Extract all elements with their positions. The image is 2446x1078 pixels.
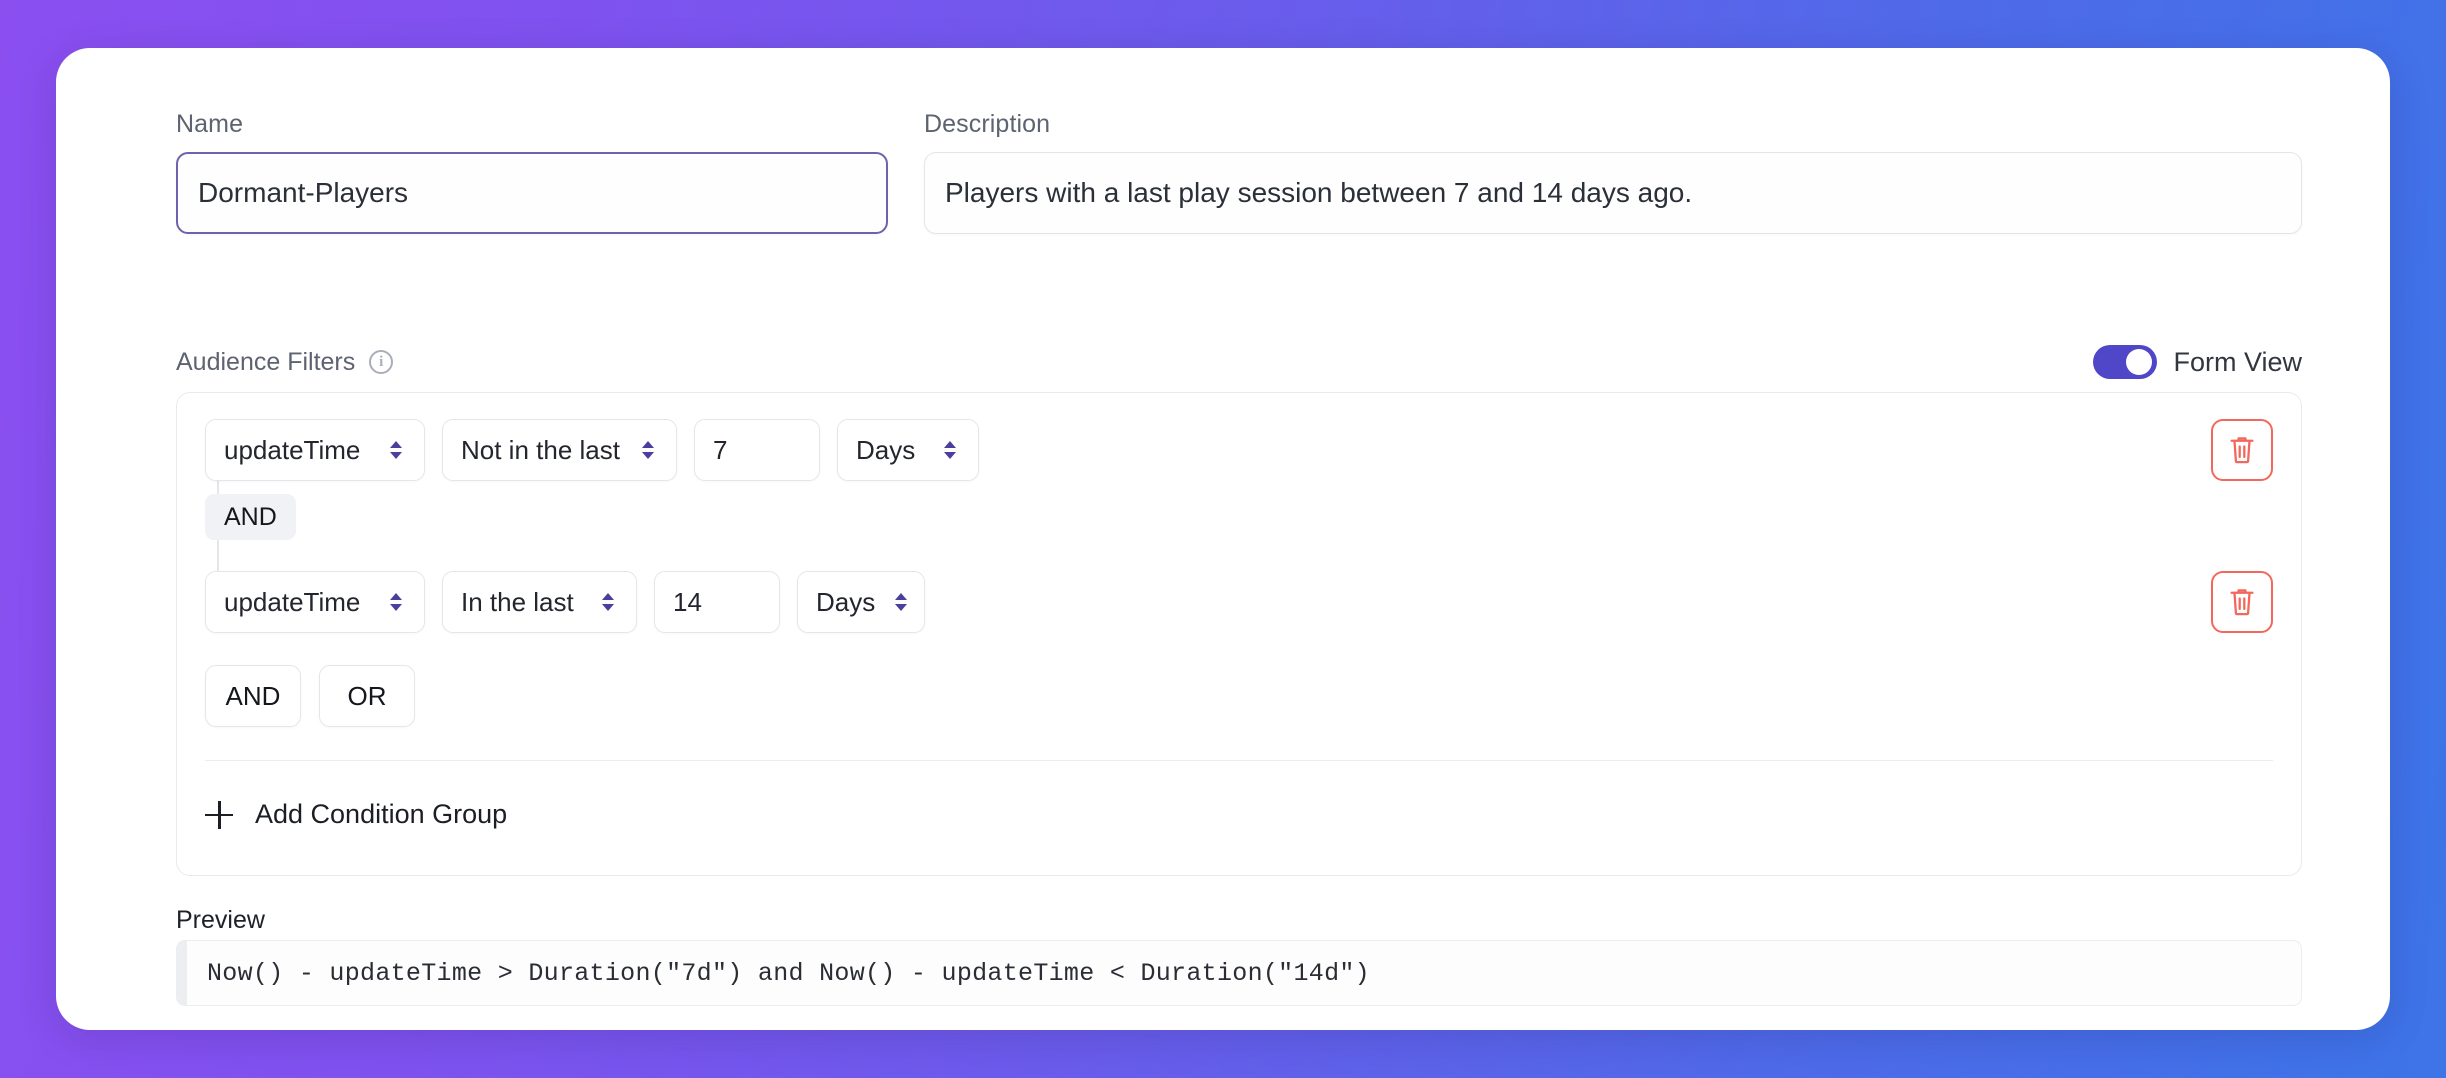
chevron-updown-icon (642, 441, 654, 459)
condition-value: 7 (713, 434, 728, 465)
audience-filters-title: Audience Filters (176, 347, 356, 376)
trash-icon (2230, 437, 2254, 464)
condition-value-input[interactable]: 14 (654, 571, 780, 633)
logic-buttons-row: AND OR (177, 665, 2301, 727)
chevron-updown-icon (390, 441, 402, 459)
trash-icon (2230, 589, 2254, 616)
description-label: Description (924, 110, 1051, 138)
form-view-toggle[interactable] (2093, 345, 2158, 379)
name-field-group: Name Dormant-Players (176, 110, 888, 234)
delete-condition-button[interactable] (2211, 419, 2273, 481)
preview-label: Preview (176, 906, 265, 934)
section-divider (205, 760, 2273, 761)
name-input-value: Dormant-Players (198, 177, 409, 208)
delete-condition-button[interactable] (2211, 571, 2273, 633)
condition-unit-select[interactable]: Days (837, 419, 979, 481)
add-condition-group-button[interactable]: Add Condition Group (177, 799, 535, 830)
toggle-knob (2126, 349, 2153, 375)
top-fields-row: Name Dormant-Players Description Players… (56, 48, 2390, 234)
chevron-updown-icon (895, 593, 908, 611)
condition-field-select[interactable]: updateTime (205, 571, 425, 633)
add-condition-group-label: Add Condition Group (255, 799, 508, 829)
preview-box: Now() - updateTime > Duration("7d") and … (176, 940, 2302, 1006)
audience-filters-header: Audience Filters i Form View (176, 342, 2302, 382)
chevron-updown-icon (944, 441, 956, 459)
plus-icon (205, 800, 233, 829)
condition-value-input[interactable]: 7 (694, 419, 820, 481)
condition-operator-select[interactable]: Not in the last (442, 419, 677, 481)
condition-operator-value: In the last (461, 586, 574, 617)
description-input-value: Players with a last play session between… (945, 177, 1693, 208)
chevron-updown-icon (602, 593, 614, 611)
condition-row: updateTime In the last 14 Days (177, 571, 2301, 633)
condition-joiner: AND (177, 494, 2301, 540)
add-or-condition-button[interactable]: OR (319, 665, 415, 727)
name-input[interactable]: Dormant-Players (176, 152, 888, 234)
condition-unit-select[interactable]: Days (797, 571, 925, 633)
info-icon[interactable]: i (369, 350, 394, 374)
condition-operator-value: Not in the last (461, 434, 620, 465)
condition-row: updateTime Not in the last 7 Days (177, 419, 2301, 481)
joiner-badge[interactable]: AND (205, 494, 296, 540)
preview-code: Now() - updateTime > Duration("7d") and … (207, 958, 1370, 988)
add-and-condition-button[interactable]: AND (205, 665, 301, 727)
description-field-group: Description Players with a last play ses… (924, 110, 2302, 234)
name-label: Name (176, 110, 244, 138)
audience-builder-card: Name Dormant-Players Description Players… (56, 48, 2390, 1030)
chevron-updown-icon (390, 593, 402, 611)
condition-field-value: updateTime (224, 434, 361, 465)
form-view-label: Form View (2173, 346, 2302, 377)
condition-unit-value: Days (856, 434, 916, 465)
description-input[interactable]: Players with a last play session between… (924, 152, 2302, 234)
preview-accent-bar (177, 941, 187, 1005)
condition-field-select[interactable]: updateTime (205, 419, 425, 481)
condition-field-value: updateTime (224, 586, 361, 617)
filters-container: updateTime Not in the last 7 Days AND up… (176, 392, 2302, 876)
form-view-toggle-group[interactable]: Form View (2093, 345, 2302, 379)
conditions-area: updateTime Not in the last 7 Days AND up… (177, 393, 2301, 830)
condition-unit-value: Days (816, 586, 876, 617)
condition-value: 14 (673, 586, 702, 617)
condition-operator-select[interactable]: In the last (442, 571, 637, 633)
